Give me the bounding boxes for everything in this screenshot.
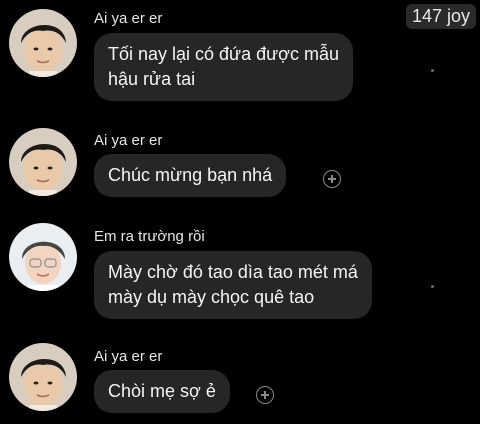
- message-status-dot: [431, 285, 434, 288]
- message-bubble[interactable]: Mày chờ đó tao dìa tao mét má mày dụ mày…: [94, 251, 372, 319]
- message-text-line: Mày chờ đó tao dìa tao mét má: [108, 262, 358, 282]
- sender-name: Ai ya er er: [94, 10, 163, 27]
- sender-name: Em ra trường rồi: [94, 228, 205, 245]
- message-bubble[interactable]: Tối nay lại có đứa được mẫu hậu rửa tai: [94, 33, 354, 101]
- message-bubble[interactable]: Chúc mừng bạn nhá: [94, 154, 287, 197]
- message-text-line: mày dụ mày chọc quê tao: [108, 287, 315, 307]
- young-man-photo-icon: [9, 9, 77, 77]
- message-text-line: Chòi mẹ sợ ẻ: [108, 381, 216, 401]
- sender-name: Ai ya er er: [94, 348, 163, 365]
- young-man-photo-icon: [9, 128, 77, 196]
- message-text-line: Tối nay lại có đứa được mẫu: [108, 44, 340, 64]
- avatar[interactable]: [9, 223, 77, 291]
- avatar[interactable]: [9, 128, 77, 196]
- avatar[interactable]: [9, 343, 77, 411]
- add-reaction-icon[interactable]: [323, 170, 341, 188]
- avatar[interactable]: [9, 9, 77, 77]
- message-status-dot: [431, 69, 434, 72]
- young-man-photo-icon: [9, 343, 77, 411]
- message-text-line: hậu rửa tai: [108, 69, 196, 89]
- message-text-line: Chúc mừng bạn nhá: [108, 165, 273, 185]
- person-photo-icon: [9, 223, 77, 291]
- sender-name: Ai ya er er: [94, 132, 163, 149]
- add-reaction-icon[interactable]: [256, 386, 274, 404]
- message-bubble[interactable]: Chòi mẹ sợ ẻ: [94, 370, 230, 413]
- overlay-label: 147 joy: [405, 4, 476, 29]
